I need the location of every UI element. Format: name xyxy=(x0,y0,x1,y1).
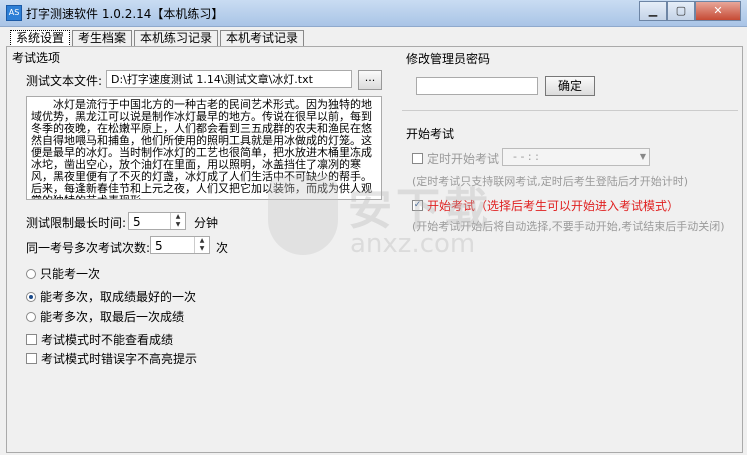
shield-logo-icon xyxy=(268,175,338,255)
stepper-arrows[interactable]: ▲ ▼ xyxy=(170,213,185,229)
time-limit-stepper[interactable]: 5 ▲ ▼ xyxy=(128,212,186,230)
app-icon: AS xyxy=(6,5,22,21)
browse-button[interactable]: ... xyxy=(358,70,382,90)
checkbox-hide-score[interactable]: 考试模式时不能查看成绩 xyxy=(26,331,173,348)
window-controls: ▁ ▢ ✕ xyxy=(639,1,741,21)
attempts-unit: 次 xyxy=(216,241,229,255)
radio-icon xyxy=(26,311,36,322)
tab-system-settings[interactable]: 系统设置 xyxy=(10,30,71,47)
divider xyxy=(402,110,738,111)
radio-once[interactable]: 只能考一次 xyxy=(26,265,100,282)
radio-label: 能考多次，取成绩最好的一次 xyxy=(40,290,197,304)
attempts-stepper[interactable]: 5 ▲ ▼ xyxy=(150,236,210,254)
stepper-up-icon[interactable]: ▲ xyxy=(171,213,185,221)
watermark-url: anxz.com xyxy=(350,229,476,259)
watermark-text: 安下载 xyxy=(348,184,492,235)
attempts-value: 5 xyxy=(155,239,163,253)
stepper-up-icon[interactable]: ▲ xyxy=(195,237,209,245)
checkbox-icon xyxy=(26,334,37,345)
radio-best-score[interactable]: 能考多次，取成绩最好的一次 xyxy=(26,288,196,305)
exam-options-title: 考试选项 xyxy=(12,51,61,65)
window-title: 打字测速软件 1.0.2.14【本机练习】 xyxy=(26,7,224,21)
checkbox-no-highlight[interactable]: 考试模式时错误字不高亮提示 xyxy=(26,350,197,367)
radio-icon xyxy=(26,268,36,279)
time-limit-value: 5 xyxy=(133,215,141,229)
maximize-button[interactable]: ▢ xyxy=(667,1,695,21)
minimize-button[interactable]: ▁ xyxy=(639,1,667,21)
password-field[interactable] xyxy=(416,77,538,95)
tab-bar: 系统设置 考生档案 本机练习记录 本机考试记录 xyxy=(10,30,306,47)
stepper-down-icon[interactable]: ▼ xyxy=(195,245,209,253)
confirm-button[interactable]: 确定 xyxy=(545,76,595,96)
tab-candidate-records[interactable]: 考生档案 xyxy=(72,30,133,46)
checkbox-label: 考试模式时错误字不高亮提示 xyxy=(41,352,198,366)
time-limit-label: 测试限制最长时间: xyxy=(26,216,127,230)
file-label: 测试文本文件: xyxy=(26,74,103,88)
checkbox-icon xyxy=(26,353,37,364)
timed-start-picker[interactable]: - - : : ▼ xyxy=(502,148,650,166)
timed-start-value: - - : : xyxy=(513,150,539,163)
radio-selected-icon xyxy=(26,291,36,302)
tab-local-practice-records[interactable]: 本机练习记录 xyxy=(134,30,219,46)
chevron-down-icon[interactable]: ▼ xyxy=(640,149,646,165)
time-limit-unit: 分钟 xyxy=(194,216,219,230)
file-path-field[interactable]: D:\打字速度测试 1.14\测试文章\冰灯.txt xyxy=(106,70,352,88)
stepper-arrows[interactable]: ▲ ▼ xyxy=(194,237,209,253)
radio-label: 能考多次，取最后一次成绩 xyxy=(40,310,185,324)
tab-local-exam-records[interactable]: 本机考试记录 xyxy=(220,30,305,46)
radio-last-score[interactable]: 能考多次，取最后一次成绩 xyxy=(26,308,184,325)
radio-label: 只能考一次 xyxy=(40,267,101,281)
change-password-title: 修改管理员密码 xyxy=(406,52,491,66)
checkbox-label: 考试模式时不能查看成绩 xyxy=(41,333,174,347)
start-exam-title: 开始考试 xyxy=(406,127,455,141)
watermark: 安下载 anxz.com xyxy=(268,165,508,275)
close-button[interactable]: ✕ xyxy=(695,1,741,21)
stepper-down-icon[interactable]: ▼ xyxy=(171,221,185,229)
checkbox-icon xyxy=(412,153,423,164)
title-bar: AS 打字测速软件 1.0.2.14【本机练习】 ▁ ▢ ✕ xyxy=(0,0,747,27)
attempts-label: 同一考号多次考试次数: xyxy=(26,241,151,255)
